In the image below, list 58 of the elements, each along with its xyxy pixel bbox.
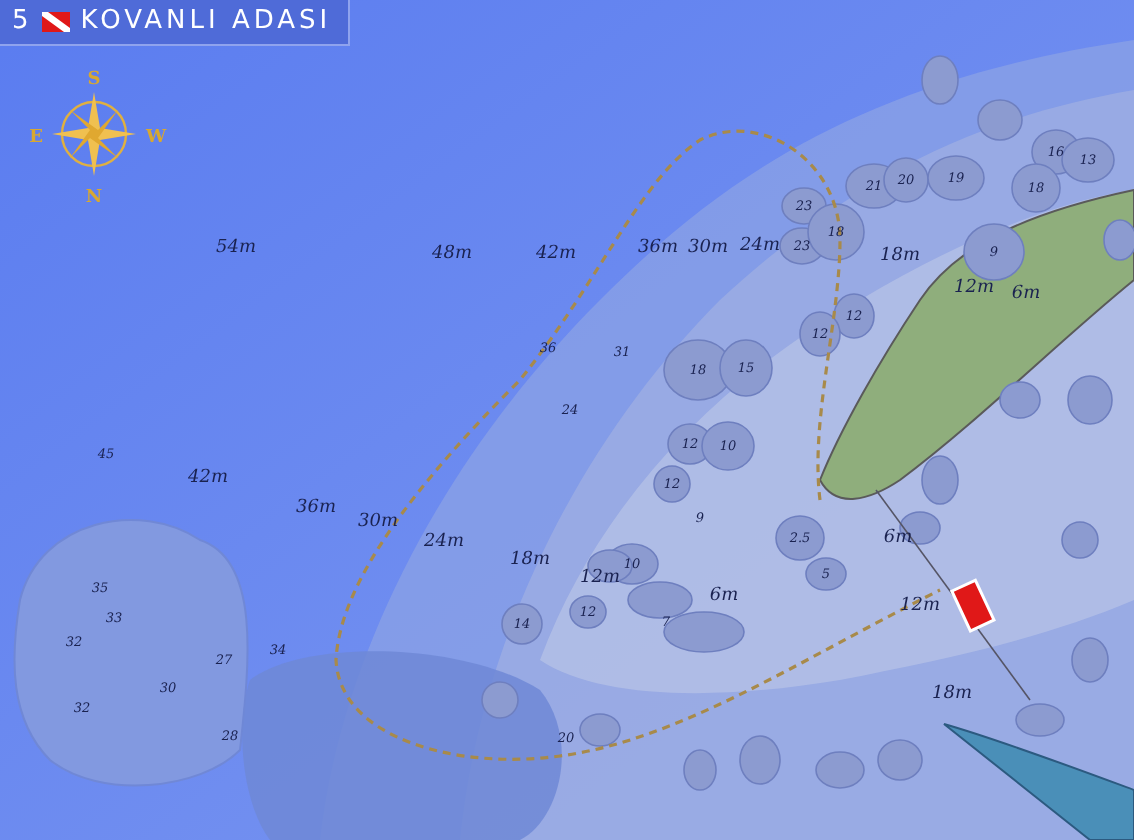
rock	[719, 339, 773, 397]
rock	[1015, 703, 1065, 737]
compass-letter: N	[85, 188, 103, 208]
depth-label: 54m	[216, 238, 256, 258]
rock	[799, 311, 841, 357]
rock	[815, 751, 865, 789]
depth-label: 12m	[954, 278, 994, 298]
rock	[775, 515, 825, 561]
rock	[663, 611, 745, 653]
depth-label: 18m	[510, 550, 550, 570]
depth-label: 18m	[932, 684, 972, 704]
depth-label: 48m	[432, 244, 472, 264]
rock	[653, 465, 691, 503]
site-number: 5	[12, 6, 33, 36]
rock	[683, 749, 717, 791]
depth-label: 36m	[638, 238, 678, 258]
rock	[1061, 137, 1115, 183]
rock	[921, 455, 959, 505]
depth-label: 42m	[188, 468, 228, 488]
rock	[1061, 521, 1099, 559]
depth-label: 30m	[358, 512, 398, 532]
compass-rose-icon	[52, 92, 136, 176]
compass-letter: E	[29, 128, 43, 148]
rock	[1011, 163, 1061, 213]
depth-label: 30m	[688, 238, 728, 258]
depth-label: 18m	[880, 246, 920, 266]
depth-label: 42m	[536, 244, 576, 264]
rock	[927, 155, 985, 201]
rock	[833, 293, 875, 339]
rock	[921, 55, 959, 105]
compass-letter: S	[87, 70, 101, 90]
rock	[877, 739, 923, 781]
rock	[569, 595, 607, 629]
site-name: KOVANLI ADASI	[80, 6, 332, 36]
depth-label: 6m	[709, 586, 739, 606]
depth-label: 6m	[1011, 284, 1041, 304]
rock	[883, 157, 929, 203]
rock	[1067, 375, 1113, 425]
rock	[977, 99, 1023, 141]
rock	[481, 681, 519, 719]
rock	[1103, 219, 1134, 261]
depth-label: 24m	[740, 236, 780, 256]
depth-label: 12m	[900, 596, 940, 616]
rock	[963, 223, 1025, 281]
rock	[579, 713, 621, 747]
rock	[999, 381, 1041, 419]
dive-flag-icon	[42, 11, 71, 31]
dive-buoy-icon	[875, 489, 1031, 701]
depth-label: 24m	[424, 532, 464, 552]
depth-label: 12m	[580, 568, 620, 588]
depth-label: 36m	[296, 498, 336, 518]
rock	[1071, 637, 1109, 683]
rock	[805, 557, 847, 591]
rock	[739, 735, 781, 785]
rock	[701, 421, 755, 471]
compass-letter: W	[145, 128, 167, 148]
rock	[501, 603, 543, 645]
depth-label: 6m	[883, 528, 913, 548]
